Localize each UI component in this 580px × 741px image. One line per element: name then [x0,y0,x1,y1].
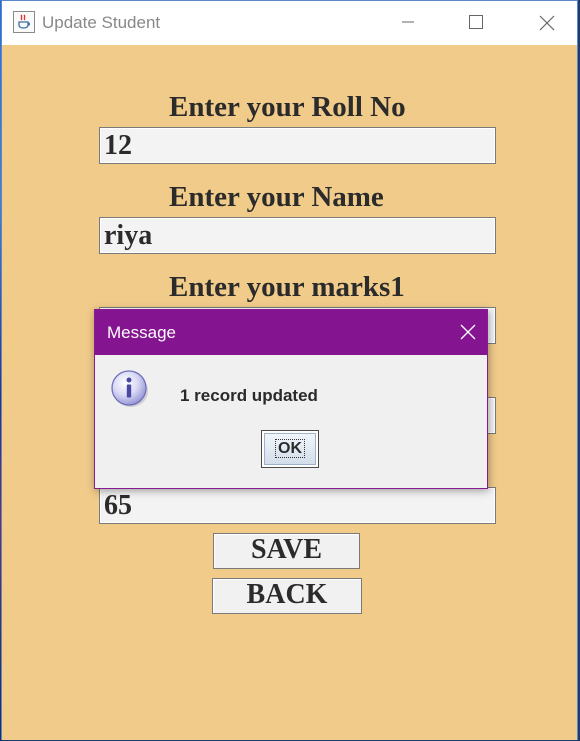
maximize-icon [469,15,483,29]
close-icon [460,324,476,340]
marks3-field[interactable]: 65 [99,487,496,524]
save-button[interactable]: SAVE [213,533,360,569]
maximize-button[interactable] [453,1,499,45]
message-dialog: Message 1 record updated OK [94,309,488,489]
close-icon [539,15,555,31]
dialog-title: Message [107,323,176,342]
window-title: Update Student [42,13,161,32]
ok-button-label: OK [275,439,305,458]
ok-button[interactable]: OK [261,430,319,468]
info-icon [110,369,150,409]
name-label: Enter your Name [169,181,384,213]
minimize-button[interactable] [385,1,431,45]
minimize-icon [402,21,414,23]
back-button[interactable]: BACK [212,578,362,614]
roll-no-field[interactable]: 12 [99,127,496,164]
java-cup-icon [13,11,35,33]
dialog-message: 1 record updated [180,386,318,405]
name-field[interactable]: riya [99,217,496,254]
marks1-label: Enter your marks1 [169,271,405,303]
title-bar[interactable]: Update Student [2,1,577,45]
dialog-close-button[interactable] [445,310,488,355]
dialog-title-bar[interactable]: Message [95,310,487,355]
roll-no-label: Enter your Roll No [169,91,406,123]
close-button[interactable] [523,1,569,45]
